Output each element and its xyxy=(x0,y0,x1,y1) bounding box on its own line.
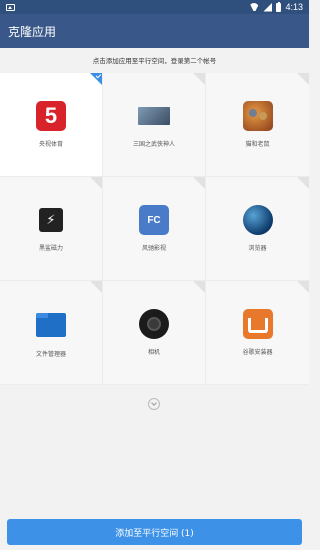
unselected-check-icon xyxy=(297,73,309,85)
google-installer-icon xyxy=(242,309,273,339)
tom-and-jerry-icon xyxy=(242,101,273,131)
wifi-icon xyxy=(249,3,259,11)
app-label: 三国之武侠神人 xyxy=(132,141,175,148)
add-to-parallel-space-button[interactable]: 添加至平行空间 (1) xyxy=(7,519,302,545)
app-tile[interactable]: 谷歌安装器 xyxy=(206,281,309,385)
selected-check-icon xyxy=(90,73,102,85)
app-tile[interactable]: 5 央视体育 xyxy=(0,73,103,177)
fc-video-icon: FC xyxy=(139,205,169,235)
app-label: 相机 xyxy=(147,349,160,356)
unselected-check-icon xyxy=(193,281,205,293)
image-notification-icon xyxy=(6,3,15,11)
app-label: 文件管理器 xyxy=(35,351,66,358)
chevron-down-icon xyxy=(151,400,157,406)
app-tile[interactable]: FC 风驰影视 xyxy=(103,177,206,281)
cctv5-sports-icon: 5 xyxy=(36,101,66,131)
status-right: 4:13 xyxy=(249,1,303,12)
folder-icon xyxy=(36,313,66,337)
unselected-check-icon xyxy=(297,281,309,293)
app-label: 猫和老鼠 xyxy=(245,141,270,148)
game-poster-icon xyxy=(138,107,170,125)
page-title: 克隆应用 xyxy=(8,24,57,39)
unselected-check-icon xyxy=(90,177,102,189)
signal-icon xyxy=(263,2,273,12)
status-time: 4:13 xyxy=(285,2,303,12)
app-label: 浏览器 xyxy=(248,245,267,252)
unselected-check-icon xyxy=(297,177,309,189)
app-tile[interactable]: ⚡ 黑鲨磁力 xyxy=(0,177,103,281)
black-shark-icon: ⚡ xyxy=(39,208,63,232)
app-grid: 5 央视体育 三国之武侠神人 猫和老鼠 ⚡ 黑鲨磁力 FC 风驰影视 浏览器 文… xyxy=(0,73,309,385)
app-label: 黑鲨磁力 xyxy=(38,245,63,252)
app-tile[interactable]: 相机 xyxy=(103,281,206,385)
battery-icon xyxy=(276,1,282,12)
app-tile[interactable]: 文件管理器 xyxy=(0,281,103,385)
camera-icon xyxy=(139,309,169,339)
app-label: 央视体育 xyxy=(38,141,63,148)
app-tile[interactable]: 三国之武侠神人 xyxy=(103,73,206,177)
title-bar: 克隆应用 xyxy=(0,14,309,48)
app-tile[interactable]: 猫和老鼠 xyxy=(206,73,309,177)
browser-globe-icon xyxy=(242,205,273,235)
app-tile[interactable]: 浏览器 xyxy=(206,177,309,281)
expand-more-button[interactable] xyxy=(148,398,160,410)
unselected-check-icon xyxy=(90,281,102,293)
status-left xyxy=(6,3,15,11)
app-label: 谷歌安装器 xyxy=(242,349,273,356)
hint-text: 点击添加应用至平行空间，登录第二个帐号 xyxy=(92,57,217,65)
unselected-check-icon xyxy=(193,177,205,189)
app-label: 风驰影视 xyxy=(141,245,166,252)
unselected-check-icon xyxy=(193,73,205,85)
status-bar: 4:13 xyxy=(0,0,309,14)
